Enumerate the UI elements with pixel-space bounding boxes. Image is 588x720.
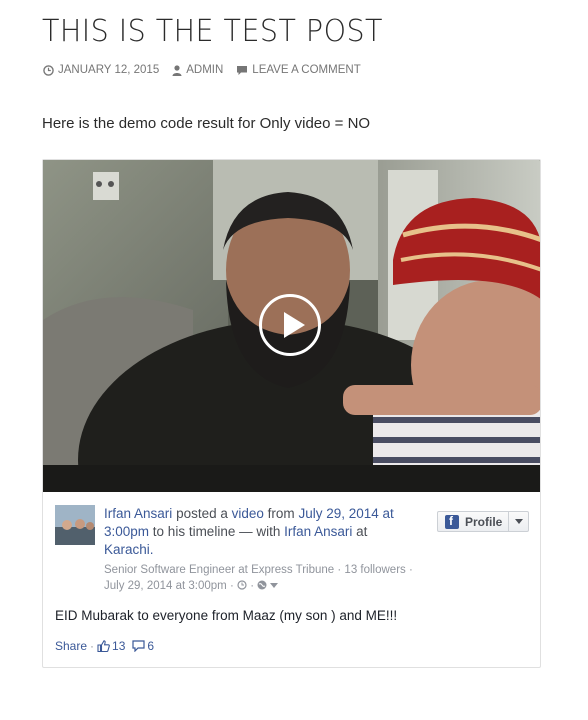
- leave-comment-label: LEAVE A COMMENT: [252, 64, 361, 76]
- embed-headline: Irfan Ansari posted a video from July 29…: [104, 505, 416, 559]
- from-text: from: [267, 506, 295, 521]
- separator-dot: ·: [229, 580, 234, 592]
- profile-dropdown-toggle[interactable]: [508, 512, 528, 531]
- followers-count: 13 followers: [344, 564, 406, 576]
- leave-comment-link[interactable]: LEAVE A COMMENT: [236, 64, 361, 76]
- timestamp-link[interactable]: July 29, 2014 at 3:00pm: [104, 580, 227, 592]
- post-message: EID Mubarak to everyone from Maaz (my so…: [55, 608, 398, 623]
- facebook-icon: [445, 514, 459, 529]
- job-title: Senior Software Engineer: [104, 564, 236, 576]
- job-at-text: at: [238, 564, 248, 576]
- like-count-value: 13: [112, 639, 126, 653]
- like-count[interactable]: 13: [97, 639, 125, 653]
- avatar-image: [55, 505, 95, 545]
- play-button[interactable]: [259, 294, 321, 356]
- company-link[interactable]: Express Tribune: [251, 564, 334, 576]
- post-date: JANUARY 12, 2015: [58, 64, 160, 76]
- post-intro-text: Here is the demo code result for Only vi…: [42, 115, 371, 132]
- comment-count[interactable]: 6: [132, 639, 154, 653]
- separator-dot: ·: [409, 564, 413, 576]
- place-link[interactable]: Karachi.: [104, 542, 154, 557]
- edit-history-icon[interactable]: [237, 580, 247, 590]
- user-icon: [172, 64, 182, 76]
- chevron-down-icon[interactable]: [270, 581, 279, 589]
- author-subline: Senior Software Engineer at Express Trib…: [104, 562, 444, 594]
- post-author: ADMIN: [186, 64, 224, 76]
- avatar[interactable]: [55, 505, 95, 545]
- share-label: Share: [55, 639, 88, 653]
- facebook-video-embed: Irfan Ansari posted a video from July 29…: [42, 159, 541, 668]
- globe-icon[interactable]: [257, 580, 267, 590]
- comment-bubble-icon: [132, 640, 145, 652]
- post-author-link[interactable]: ADMIN: [172, 64, 223, 76]
- share-link[interactable]: Share: [55, 639, 87, 653]
- tagged-name-link[interactable]: Irfan Ansari: [284, 524, 352, 539]
- embed-actions: Share · 13 6: [55, 639, 154, 653]
- at-text: at: [356, 524, 368, 539]
- separator-dot: ·: [337, 564, 342, 576]
- caret-down-icon: [514, 519, 523, 524]
- comment-count-value: 6: [147, 639, 155, 653]
- video-player[interactable]: [43, 160, 540, 492]
- comment-icon: [237, 65, 248, 75]
- timeline-text: to his timeline — with: [152, 524, 281, 539]
- video-link[interactable]: video: [232, 506, 264, 521]
- separator-dot: ·: [250, 580, 255, 592]
- posted-text: posted a: [176, 506, 228, 521]
- clock-icon: [43, 64, 54, 76]
- post-title: THIS IS THE TEST POST: [42, 14, 383, 49]
- post-date-link[interactable]: JANUARY 12, 2015: [43, 64, 159, 76]
- thumbs-up-icon: [97, 640, 110, 652]
- profile-button[interactable]: Profile: [437, 511, 529, 532]
- separator-dot: ·: [90, 639, 95, 653]
- post-meta: JANUARY 12, 2015 ADMIN LEAVE A COMMENT: [43, 64, 374, 76]
- profile-button-label: Profile: [465, 514, 503, 529]
- author-name-link[interactable]: Irfan Ansari: [104, 506, 172, 521]
